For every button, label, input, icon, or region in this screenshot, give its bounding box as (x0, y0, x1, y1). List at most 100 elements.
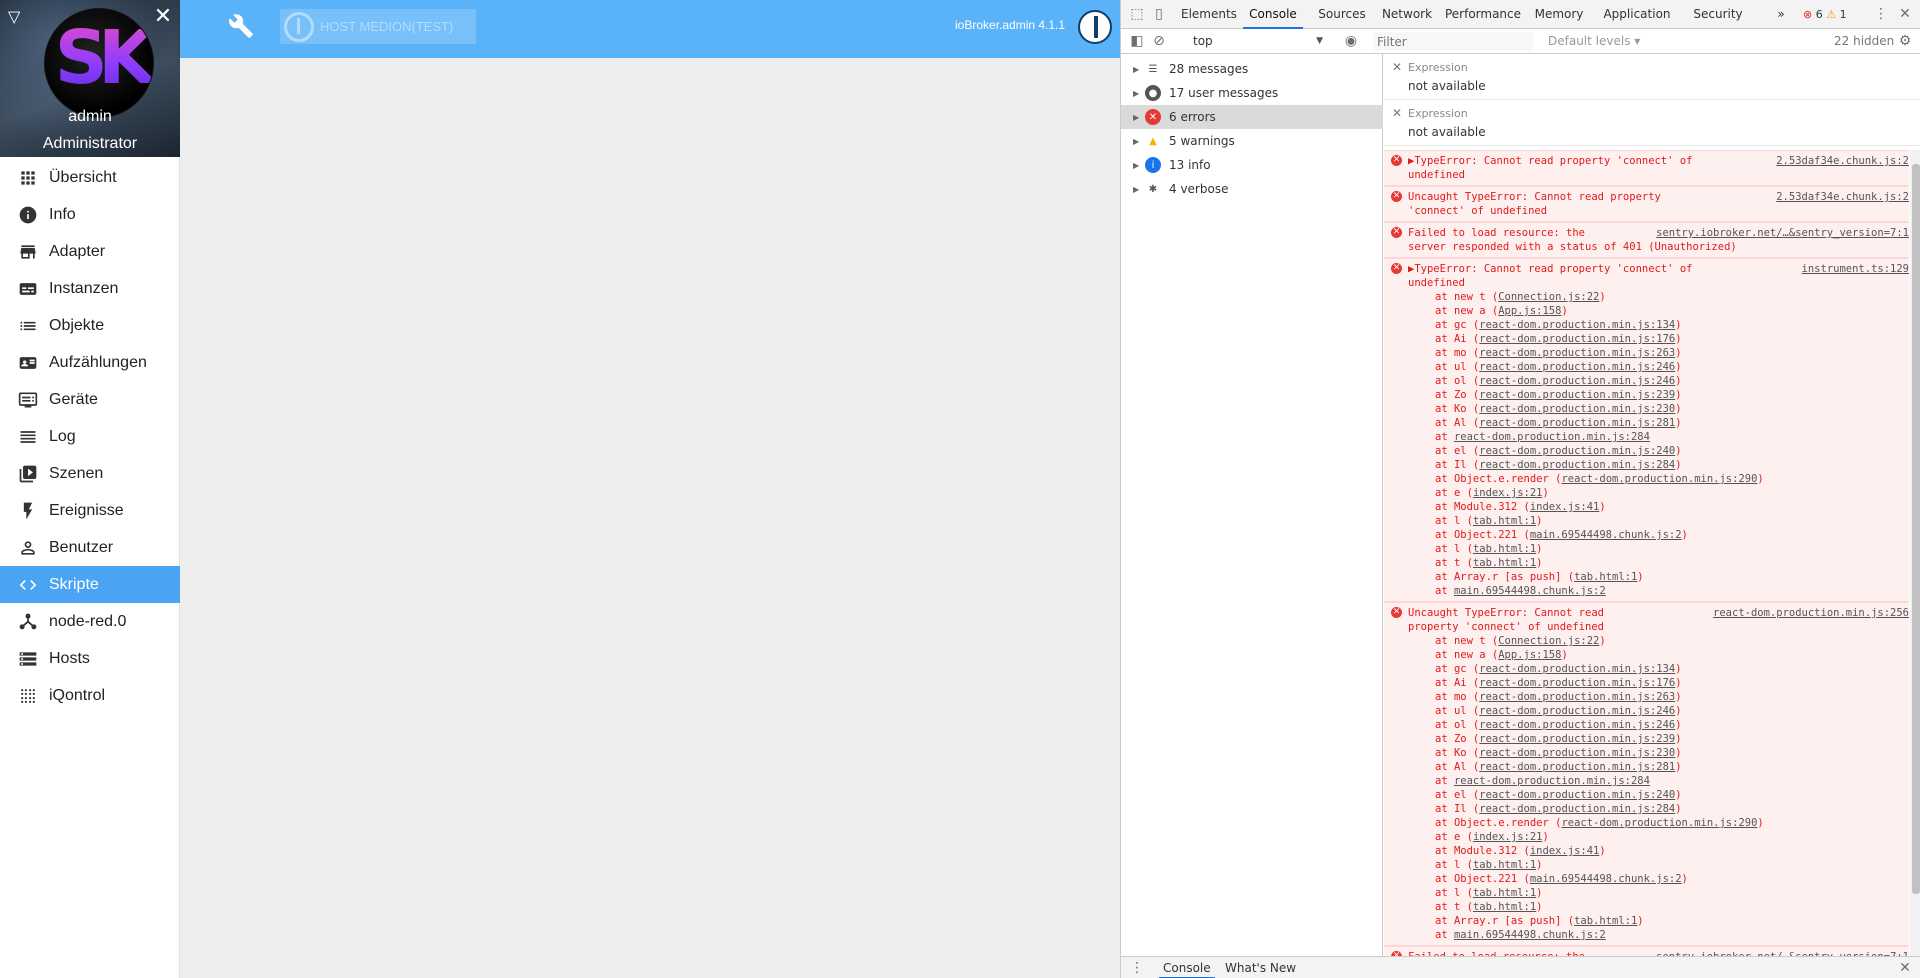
drawer-tab-whats-new[interactable]: What's New (1221, 957, 1300, 978)
tab-memory[interactable]: Memory (1531, 0, 1587, 29)
sidebar-toggle-icon[interactable]: ◧ (1129, 33, 1145, 49)
more-tabs-button[interactable]: » (1773, 0, 1789, 29)
frame-link[interactable]: index.js:41 (1530, 501, 1600, 513)
frame-link[interactable]: react-dom.production.min.js:240 (1479, 445, 1675, 457)
console-category-list[interactable]: ▶ ☰ 28 messages (1121, 57, 1383, 81)
sidebar-item-info[interactable]: Info (0, 196, 180, 233)
tab-console[interactable]: Console (1243, 0, 1303, 29)
source-link[interactable]: sentry.iobroker.net/…&sentry_version=7:1 (1656, 226, 1909, 240)
sidebar-item-übersicht[interactable]: Übersicht (0, 159, 180, 196)
frame-link[interactable]: react-dom.production.min.js:239 (1479, 389, 1675, 401)
sidebar-item-instanzen[interactable]: Instanzen (0, 270, 180, 307)
frame-link[interactable]: tab.html:1 (1473, 515, 1536, 527)
frame-link[interactable]: react-dom.production.min.js:230 (1479, 747, 1675, 759)
remove-expression-icon[interactable]: ✕ (1392, 106, 1402, 120)
frame-link[interactable]: index.js:21 (1473, 487, 1543, 499)
frame-link[interactable]: react-dom.production.min.js:290 (1561, 473, 1757, 485)
frame-link[interactable]: react-dom.production.min.js:134 (1479, 663, 1675, 675)
sidebar-item-adapter[interactable]: Adapter (0, 233, 180, 270)
scrollbar-thumb[interactable] (1912, 164, 1920, 894)
sidebar-item-iqontrol[interactable]: iQontrol (0, 677, 180, 714)
expand-triangle-icon[interactable]: ▶ (1133, 89, 1143, 98)
expand-triangle-icon[interactable]: ▶ (1133, 137, 1143, 146)
console-error-message[interactable]: ✕ react-dom.production.min.js:256 Uncaught… (1384, 602, 1909, 946)
frame-link[interactable]: index.js:41 (1530, 845, 1600, 857)
tab-performance[interactable]: Performance (1443, 0, 1523, 29)
frame-link[interactable]: react-dom.production.min.js:284 (1479, 803, 1675, 815)
kebab-menu-icon[interactable]: ⋮ (1873, 6, 1889, 22)
expression-label[interactable]: Expression (1408, 107, 1468, 120)
console-error-message[interactable]: ✕ 2.53daf34e.chunk.js:2 ▶TypeError: Cannot… (1384, 150, 1909, 186)
close-devtools-icon[interactable]: ✕ (1897, 6, 1913, 22)
frame-link[interactable]: react-dom.production.min.js:263 (1479, 691, 1675, 703)
frame-link[interactable]: main.69544498.chunk.js:2 (1454, 585, 1606, 597)
tab-network[interactable]: Network (1379, 0, 1435, 29)
console-settings-gear-icon[interactable]: ⚙ (1897, 33, 1913, 49)
sidebar-item-objekte[interactable]: Objekte (0, 307, 180, 344)
tab-application[interactable]: Application (1595, 0, 1679, 29)
frame-link[interactable]: react-dom.production.min.js:263 (1479, 347, 1675, 359)
frame-link[interactable]: tab.html:1 (1574, 915, 1637, 927)
host-selector[interactable]: HOST MEDION(TEST) (280, 9, 476, 44)
frame-link[interactable]: react-dom.production.min.js:246 (1479, 361, 1675, 373)
frame-link[interactable]: Connection.js:22 (1498, 291, 1599, 303)
frame-link[interactable]: react-dom.production.min.js:230 (1479, 403, 1675, 415)
console-category-info[interactable]: ▶ i 13 info (1121, 153, 1383, 177)
log-levels-dropdown[interactable]: Default levels ▾ (1548, 34, 1640, 48)
inspect-element-icon[interactable]: ⬚ (1129, 6, 1145, 22)
console-error-message[interactable]: ✕sentry.iobroker.net/…&sentry_version=7:… (1384, 222, 1909, 258)
issue-counter[interactable]: ⊗ 6 ⚠ 1 (1803, 8, 1847, 21)
clear-console-icon[interactable]: ⊘ (1151, 33, 1167, 49)
wrench-icon[interactable] (228, 13, 254, 39)
source-link[interactable]: 2.53daf34e.chunk.js:2 (1776, 154, 1909, 168)
frame-link[interactable]: react-dom.production.min.js:176 (1479, 677, 1675, 689)
frame-link[interactable]: react-dom.production.min.js:246 (1479, 375, 1675, 387)
frame-link[interactable]: main.69544498.chunk.js:2 (1454, 929, 1606, 941)
frame-link[interactable]: App.js:158 (1498, 649, 1561, 661)
context-select[interactable]: top ▼ (1193, 32, 1323, 51)
frame-link[interactable]: react-dom.production.min.js:281 (1479, 417, 1675, 429)
frame-link[interactable]: react-dom.production.min.js:240 (1479, 789, 1675, 801)
console-category-warning[interactable]: ▶ ▲ 5 warnings (1121, 129, 1383, 153)
expand-triangle-icon[interactable]: ▶ (1133, 65, 1143, 74)
tab-sources[interactable]: Sources (1313, 0, 1371, 29)
source-link[interactable]: 2.53daf34e.chunk.js:2 (1776, 190, 1909, 204)
sidebar-item-ereignisse[interactable]: Ereignisse (0, 492, 180, 529)
frame-link[interactable]: react-dom.production.min.js:284 (1454, 775, 1650, 787)
live-expression-eye-icon[interactable]: ◉ (1343, 33, 1359, 49)
frame-link[interactable]: react-dom.production.min.js:281 (1479, 761, 1675, 773)
console-category-user[interactable]: ▶ ● 17 user messages (1121, 81, 1383, 105)
sidebar-item-hosts[interactable]: Hosts (0, 640, 180, 677)
sidebar-item-skripte[interactable]: Skripte (0, 566, 180, 603)
frame-link[interactable]: tab.html:1 (1473, 557, 1536, 569)
frame-link[interactable]: react-dom.production.min.js:239 (1479, 733, 1675, 745)
console-error-message[interactable]: ✕ 2.53daf34e.chunk.js:2 Uncaught TypeError… (1384, 186, 1909, 222)
frame-link[interactable]: main.69544498.chunk.js:2 (1530, 873, 1682, 885)
frame-link[interactable]: tab.html:1 (1473, 887, 1536, 899)
frame-link[interactable]: tab.html:1 (1473, 859, 1536, 871)
tab-security[interactable]: Security (1687, 0, 1749, 29)
expand-triangle-icon[interactable]: ▶ (1133, 113, 1143, 122)
device-toolbar-icon[interactable]: ▯ (1151, 6, 1167, 22)
frame-link[interactable]: react-dom.production.min.js:134 (1479, 319, 1675, 331)
drawer-tab-console[interactable]: Console (1159, 957, 1215, 978)
frame-link[interactable]: react-dom.production.min.js:246 (1479, 719, 1675, 731)
frame-link[interactable]: App.js:158 (1498, 305, 1561, 317)
console-category-error[interactable]: ▶ ✕ 6 errors (1121, 105, 1383, 129)
close-drawer-icon[interactable]: ✕ (1897, 960, 1913, 976)
remove-expression-icon[interactable]: ✕ (1392, 60, 1402, 74)
sidebar-item-geräte[interactable]: Geräte (0, 381, 180, 418)
sidebar-item-node-red-0[interactable]: node-red.0 (0, 603, 180, 640)
console-scrollbar[interactable] (1910, 150, 1920, 956)
filter-input[interactable] (1373, 32, 1533, 51)
tab-elements[interactable]: Elements (1181, 0, 1237, 29)
frame-link[interactable]: react-dom.production.min.js:176 (1479, 333, 1675, 345)
frame-link[interactable]: tab.html:1 (1473, 543, 1536, 555)
sidebar-item-aufzählungen[interactable]: Aufzählungen (0, 344, 180, 381)
frame-link[interactable]: react-dom.production.min.js:290 (1561, 817, 1757, 829)
console-error-message[interactable]: ✕sentry.iobroker.net/…&sentry_version=7:… (1384, 946, 1909, 956)
expression-label[interactable]: Expression (1408, 61, 1468, 74)
menu-triangle-icon[interactable]: ▽ (8, 8, 28, 28)
frame-link[interactable]: index.js:21 (1473, 831, 1543, 843)
sidebar-item-szenen[interactable]: Szenen (0, 455, 180, 492)
